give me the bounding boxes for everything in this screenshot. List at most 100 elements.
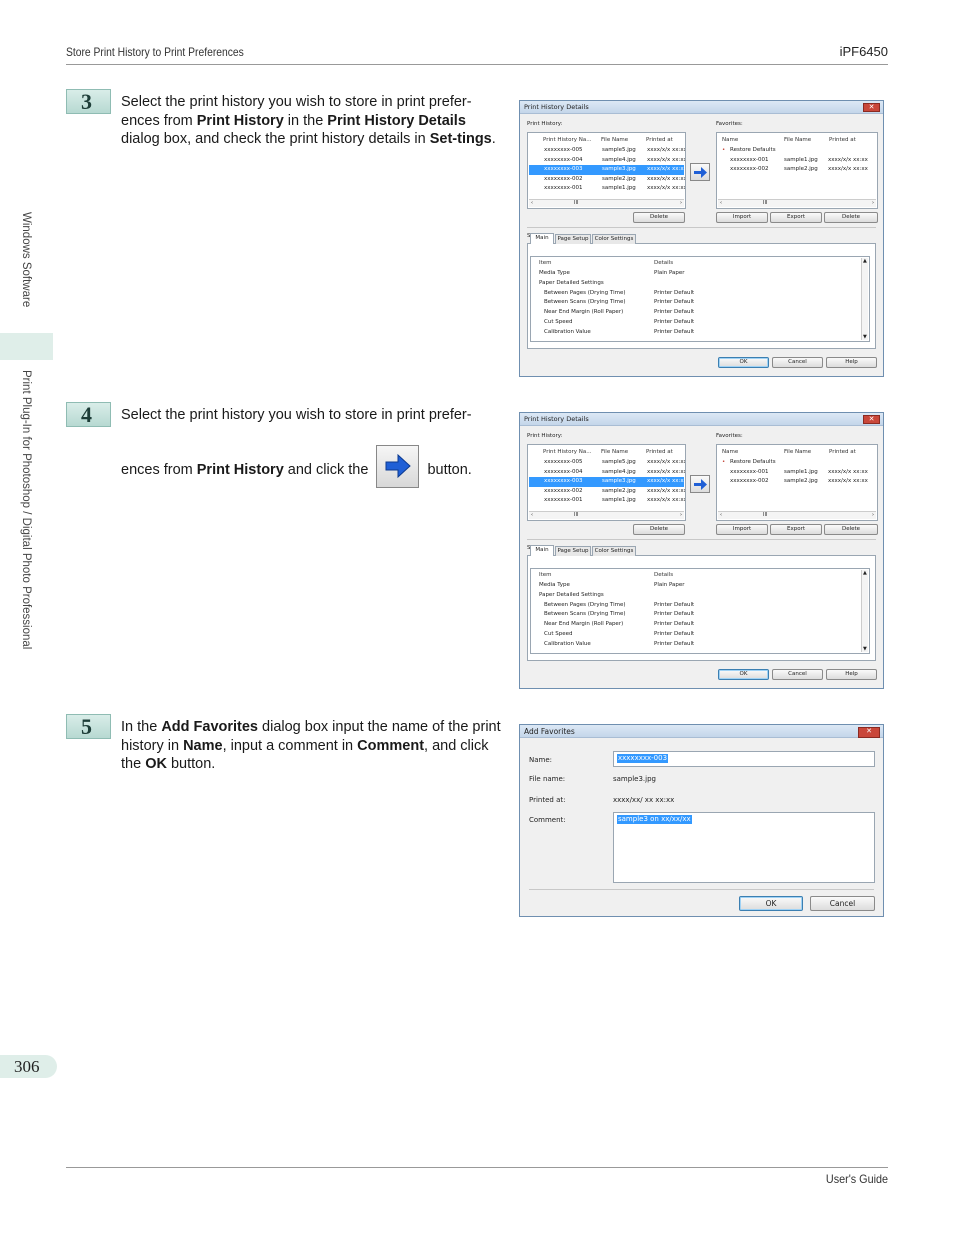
column-header-item[interactable]: Item: [539, 260, 552, 266]
history-row[interactable]: xxxxxxxx-005 sample5.jpg xxxx/x/x xx:xx: [529, 458, 685, 468]
column-header-name[interactable]: Name: [722, 137, 738, 143]
column-header-file-name[interactable]: File Name: [784, 449, 811, 455]
favorites-row[interactable]: xxxxxxxx-001 sample1.jpg xxxx/x/x xx:xx: [718, 156, 876, 166]
file-name-label: File name:: [529, 775, 566, 783]
column-header-file-name[interactable]: File Name: [601, 449, 628, 455]
column-header-details[interactable]: Details: [654, 572, 673, 578]
scroll-down-icon[interactable]: ▼: [863, 646, 867, 652]
favorites-list[interactable]: Name File Name Printed at • Restore Defau…: [716, 444, 878, 521]
vertical-scrollbar[interactable]: ▲ ▼: [861, 570, 868, 652]
history-cell: xxxxxxxx-003: [544, 166, 583, 173]
settings-details-list[interactable]: Item Details Media Type Plain Paper Paper …: [530, 256, 870, 342]
column-header-item[interactable]: Item: [539, 572, 552, 578]
scroll-right-icon[interactable]: ›: [680, 200, 682, 206]
column-header-details[interactable]: Details: [654, 260, 673, 266]
column-header-printed-at[interactable]: Printed at: [646, 137, 673, 143]
help-button[interactable]: Help: [826, 357, 877, 368]
history-row[interactable]: xxxxxxxx-003 sample3.jpg xxxx/x/x xx:xx: [529, 165, 685, 175]
scroll-right-icon[interactable]: ›: [872, 200, 874, 206]
add-to-favorites-button[interactable]: [690, 475, 710, 493]
tab-page-setup[interactable]: Page Setup: [555, 234, 591, 244]
favorites-delete-button[interactable]: Delete: [824, 524, 878, 535]
history-cell: xxxx/x/x xx:xx: [647, 147, 686, 153]
favorites-row[interactable]: xxxxxxxx-001 sample1.jpg xxxx/x/x xx:xx: [718, 468, 876, 478]
tab-color-settings[interactable]: Color Settings: [592, 546, 636, 556]
settings-detail: Plain Paper: [654, 270, 685, 276]
history-delete-button[interactable]: Delete: [633, 524, 685, 535]
scroll-thumb[interactable]: III: [763, 200, 767, 206]
column-header-print-history[interactable]: Print History Na...: [543, 449, 591, 455]
scroll-left-icon[interactable]: ‹: [720, 200, 722, 206]
ok-button[interactable]: OK: [718, 357, 769, 368]
tab-main[interactable]: Main: [530, 233, 554, 244]
ok-button[interactable]: OK: [739, 896, 803, 911]
scroll-left-icon[interactable]: ‹: [531, 200, 533, 206]
step-5-text: In the Add Favorites dialog box input th…: [121, 718, 501, 774]
column-header-printed-at[interactable]: Printed at: [646, 449, 673, 455]
history-row[interactable]: xxxxxxxx-004 sample4.jpg xxxx/x/x xx:xx: [529, 156, 685, 166]
print-history-list[interactable]: Print History Na... File Name Printed at…: [527, 444, 686, 521]
favorites-delete-button[interactable]: Delete: [824, 212, 878, 223]
add-to-favorites-button[interactable]: [690, 163, 710, 181]
scroll-thumb[interactable]: III: [763, 512, 767, 518]
history-row[interactable]: xxxxxxxx-001 sample1.jpg xxxx/x/x xx:xx: [529, 496, 685, 506]
horizontal-scrollbar[interactable]: ‹ III ›: [718, 199, 876, 207]
column-header-name[interactable]: Name: [722, 449, 738, 455]
favorites-row[interactable]: xxxxxxxx-002 sample2.jpg xxxx/x/x xx:xx: [718, 477, 876, 487]
export-button[interactable]: Export: [770, 524, 822, 535]
column-header-print-history[interactable]: Print History Na...: [543, 137, 591, 143]
cancel-button[interactable]: Cancel: [810, 896, 875, 911]
tab-page-setup[interactable]: Page Setup: [555, 546, 591, 556]
cancel-button[interactable]: Cancel: [772, 669, 823, 680]
scroll-thumb[interactable]: III: [574, 512, 578, 518]
horizontal-scrollbar[interactable]: ‹ III ›: [529, 511, 684, 519]
scroll-right-icon[interactable]: ›: [680, 512, 682, 518]
close-icon[interactable]: ✕: [858, 727, 880, 738]
favorites-row[interactable]: • Restore Defaults: [718, 146, 876, 156]
scroll-up-icon[interactable]: ▲: [863, 258, 867, 264]
import-button[interactable]: Import: [716, 524, 768, 535]
scroll-left-icon[interactable]: ‹: [720, 512, 722, 518]
scroll-up-icon[interactable]: ▲: [863, 570, 867, 576]
history-row[interactable]: xxxxxxxx-004 sample4.jpg xxxx/x/x xx:xx: [529, 468, 685, 478]
export-button[interactable]: Export: [770, 212, 822, 223]
comment-textarea[interactable]: sample3 on xx/xx/xx: [613, 812, 875, 883]
tab-color-settings[interactable]: Color Settings: [592, 234, 636, 244]
favorites-row[interactable]: • Restore Defaults: [718, 458, 876, 468]
print-history-list[interactable]: Print History Na... File Name Printed at…: [527, 132, 686, 209]
column-header-file-name[interactable]: File Name: [601, 137, 628, 143]
column-header-printed-at[interactable]: Printed at: [829, 449, 856, 455]
step-3-bold-details: Print History Details: [327, 112, 466, 129]
history-cell: sample5.jpg: [602, 147, 636, 153]
dialog-title-bar: Print History Details ✕: [520, 413, 883, 426]
scroll-down-icon[interactable]: ▼: [863, 334, 867, 340]
history-row[interactable]: xxxxxxxx-002 sample2.jpg xxxx/x/x xx:xx: [529, 487, 685, 497]
ok-button[interactable]: OK: [718, 669, 769, 680]
name-input[interactable]: xxxxxxxx-003: [613, 751, 875, 767]
history-row[interactable]: xxxxxxxx-002 sample2.jpg xxxx/x/x xx:xx: [529, 175, 685, 185]
tab-main[interactable]: Main: [530, 545, 554, 556]
favorites-list[interactable]: Name File Name Printed at • Restore Defau…: [716, 132, 878, 209]
settings-row: Cut Speed Printer Default: [539, 318, 859, 328]
history-cell: xxxxxxxx-005: [544, 147, 583, 153]
favorites-row[interactable]: xxxxxxxx-002 sample2.jpg xxxx/x/x xx:xx: [718, 165, 876, 175]
settings-details-list[interactable]: Item Details Media Type Plain Paper Paper …: [530, 568, 870, 654]
close-icon[interactable]: ✕: [863, 103, 880, 112]
history-row[interactable]: xxxxxxxx-005 sample5.jpg xxxx/x/x xx:xx: [529, 146, 686, 156]
import-button[interactable]: Import: [716, 212, 768, 223]
scroll-left-icon[interactable]: ‹: [531, 512, 533, 518]
history-cell: xxxxxxxx-002: [544, 175, 583, 182]
close-icon[interactable]: ✕: [863, 415, 880, 424]
horizontal-scrollbar[interactable]: ‹ III ›: [529, 199, 684, 207]
column-header-file-name[interactable]: File Name: [784, 137, 811, 143]
history-row[interactable]: xxxxxxxx-001 sample1.jpg xxxx/x/x xx:xx: [529, 184, 685, 194]
cancel-button[interactable]: Cancel: [772, 357, 823, 368]
scroll-right-icon[interactable]: ›: [872, 512, 874, 518]
help-button[interactable]: Help: [826, 669, 877, 680]
column-header-printed-at[interactable]: Printed at: [829, 137, 856, 143]
horizontal-scrollbar[interactable]: ‹ III ›: [718, 511, 876, 519]
history-row[interactable]: xxxxxxxx-003 sample3.jpg xxxx/x/x xx:xx: [529, 477, 685, 487]
history-delete-button[interactable]: Delete: [633, 212, 685, 223]
scroll-thumb[interactable]: III: [574, 200, 578, 206]
vertical-scrollbar[interactable]: ▲ ▼: [861, 258, 868, 340]
